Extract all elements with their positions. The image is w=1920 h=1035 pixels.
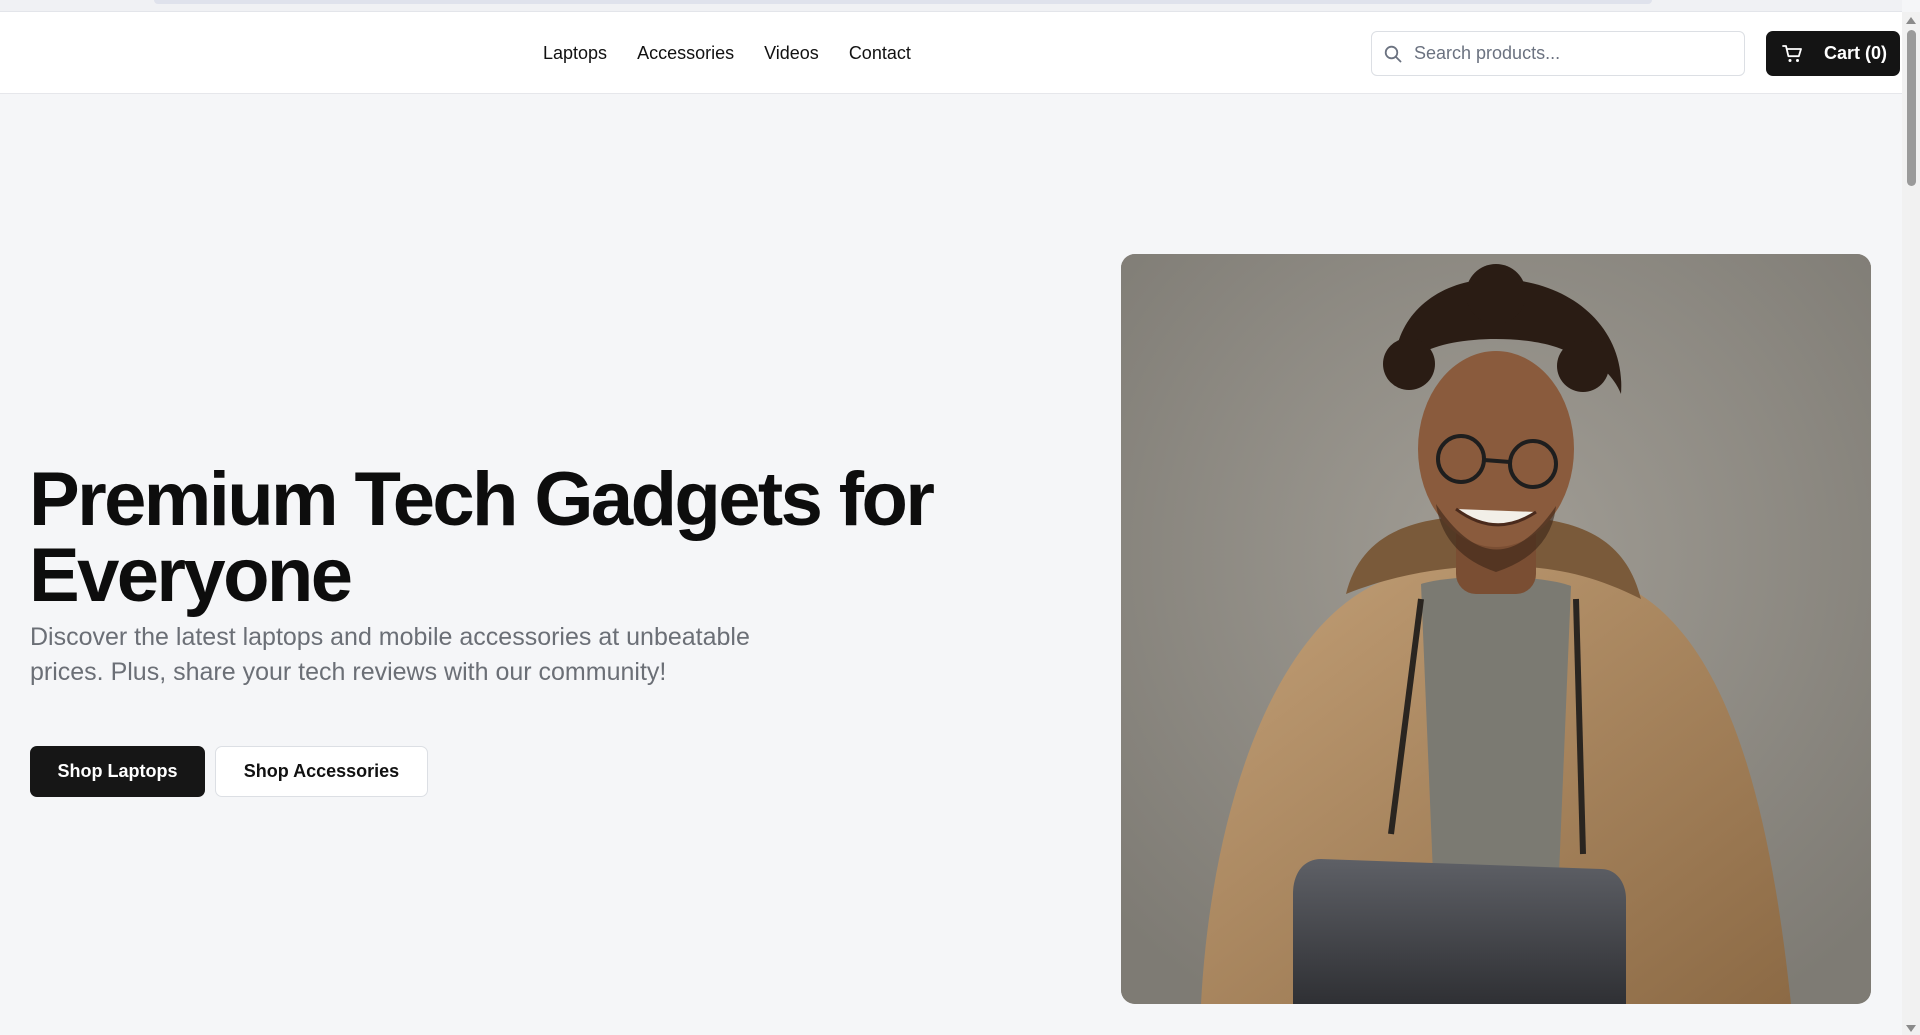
main-nav: Laptops Accessories Videos Contact xyxy=(543,42,911,64)
nav-link-contact[interactable]: Contact xyxy=(849,42,911,64)
hero-image xyxy=(1121,254,1871,1004)
cart-button[interactable]: Cart (0) xyxy=(1766,31,1900,76)
search-input[interactable] xyxy=(1412,42,1712,65)
browser-address-bar-edge xyxy=(154,0,1652,4)
cart-label: Cart (0) xyxy=(1824,43,1888,63)
nav-link-accessories[interactable]: Accessories xyxy=(637,42,734,64)
page-scrollbar[interactable] xyxy=(1902,12,1920,1035)
browser-top-strip xyxy=(0,0,1902,12)
hero-subtitle: Discover the latest laptops and mobile a… xyxy=(30,623,750,686)
scrollbar-thumb[interactable] xyxy=(1907,30,1916,186)
search-icon xyxy=(1384,45,1402,62)
nav-link-videos[interactable]: Videos xyxy=(764,42,819,64)
shop-accessories-button[interactable]: Shop Accessories xyxy=(215,746,428,797)
cart-icon xyxy=(1782,44,1802,62)
hero-title: Premium Tech Gadgets for Everyone xyxy=(29,457,935,618)
search-box[interactable] xyxy=(1371,31,1745,76)
scroll-up-arrow-icon[interactable] xyxy=(1906,17,1916,24)
site-header: Laptops Accessories Videos Contact Cart … xyxy=(0,12,1902,94)
scroll-down-arrow-icon[interactable] xyxy=(1906,1025,1916,1032)
shop-laptops-button[interactable]: Shop Laptops xyxy=(30,746,205,797)
nav-link-laptops[interactable]: Laptops xyxy=(543,42,607,64)
